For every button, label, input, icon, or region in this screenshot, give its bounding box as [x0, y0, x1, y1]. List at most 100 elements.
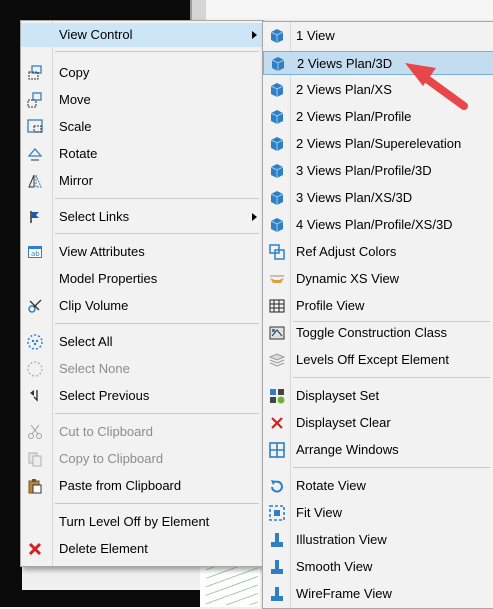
menu-separator [293, 377, 490, 378]
menu-item-label: Copy to Clipboard [59, 451, 164, 466]
paste-clipboard-icon [27, 478, 43, 494]
submenu-item-3-views-plan-xs-3d[interactable]: 3 Views Plan/XS/3D [263, 186, 493, 210]
submenu-item-2-views-plan-xs[interactable]: 2 Views Plan/XS [263, 78, 493, 102]
submenu-item-label: Rotate View [296, 478, 366, 493]
submenu-item-2-views-plan-3d[interactable]: 2 Views Plan/3D [263, 51, 493, 75]
cube-icon [269, 109, 285, 125]
submenu-item-dynamic-xs-view[interactable]: Dynamic XS View [263, 267, 493, 291]
menu-item-scale[interactable]: Scale [21, 115, 263, 139]
submenu-item-smooth-view[interactable]: Smooth View [263, 555, 493, 579]
menu-item-copy[interactable]: Copy [21, 61, 263, 85]
menu-item-rotate[interactable]: Rotate [21, 142, 263, 166]
submenu-item-2-views-plan-superelevation[interactable]: 2 Views Plan/Superelevation [263, 132, 493, 156]
rotate-element-icon [27, 146, 43, 162]
construction-class-icon [269, 325, 285, 341]
menu-item-label: Select Links [59, 209, 130, 224]
menu-item-view-control[interactable]: View Control [21, 23, 263, 47]
copy-element-icon [27, 65, 43, 81]
submenu-item-label: Smooth View [296, 559, 373, 574]
menu-item-turn-level-off[interactable]: Turn Level Off by Element [21, 510, 263, 534]
menu-item-select-all[interactable]: Select All [21, 330, 263, 354]
menu-item-move[interactable]: Move [21, 88, 263, 112]
submenu-item-4-views[interactable]: 4 Views Plan/Profile/XS/3D [263, 213, 493, 237]
fit-view-icon [269, 505, 285, 521]
select-previous-icon [27, 388, 43, 404]
submenu-item-3-views-plan-profile-3d[interactable]: 3 Views Plan/Profile/3D [263, 159, 493, 183]
submenu-item-levels-off-except-element[interactable]: Levels Off Except Element [263, 348, 493, 372]
menu-item-label: Mirror [59, 173, 93, 188]
menu-separator [55, 51, 259, 52]
menu-item-delete-element[interactable]: Delete Element [21, 537, 263, 561]
menu-item-label: Rotate [59, 146, 98, 161]
cube-icon [269, 28, 285, 44]
background-top-right [206, 0, 493, 20]
submenu-item-label: Displayset Set [296, 388, 380, 403]
menu-item-label: View Attributes [59, 244, 145, 259]
view-attributes-icon: ab [27, 244, 43, 260]
menu-item-mirror[interactable]: Mirror [21, 169, 263, 193]
menu-separator [55, 198, 259, 199]
submenu-item-label: 4 Views Plan/Profile/XS/3D [296, 217, 453, 232]
context-menu: View Control Copy Move Scale Rotate Mirr… [20, 20, 264, 567]
menu-item-cut-to-clipboard[interactable]: Cut to Clipboard [21, 420, 263, 444]
arrange-windows-icon [269, 442, 285, 458]
delete-x-icon [27, 541, 43, 557]
submenu-item-2-views-plan-profile[interactable]: 2 Views Plan/Profile [263, 105, 493, 129]
submenu-item-ref-adjust-colors[interactable]: Ref Adjust Colors [263, 240, 493, 264]
submenu-item-profile-view[interactable]: Profile View [263, 294, 493, 318]
submenu-item-fit-view[interactable]: Fit View [263, 501, 493, 525]
submenu-item-arrange-windows[interactable]: Arrange Windows [263, 438, 493, 462]
copy-clipboard-icon [27, 451, 43, 467]
menu-item-copy-to-clipboard[interactable]: Copy to Clipboard [21, 447, 263, 471]
submenu-item-wireframe-view[interactable]: WireFrame View [263, 582, 493, 606]
select-none-icon [27, 361, 43, 377]
scissors-icon [27, 424, 43, 440]
submenu-item-1-view[interactable]: 1 View [263, 24, 493, 48]
view-control-submenu: 1 View 2 Views Plan/3D 2 Views Plan/XS 2… [262, 21, 493, 609]
submenu-item-label: WireFrame View [296, 586, 392, 601]
submenu-item-label: Illustration View [296, 532, 387, 547]
cube-icon [270, 56, 286, 72]
menu-item-label: Paste from Clipboard [59, 478, 182, 493]
displayset-clear-icon [269, 415, 285, 431]
menu-item-label: Select All [59, 334, 113, 349]
illustration-view-icon [269, 532, 285, 548]
menu-item-select-previous[interactable]: Select Previous [21, 384, 263, 408]
submenu-item-label: Toggle Construction Class [296, 325, 448, 340]
scale-element-icon [27, 119, 43, 135]
menu-item-select-links[interactable]: Select Links [21, 205, 263, 229]
clip-volume-icon [27, 298, 43, 314]
displayset-set-icon [269, 388, 285, 404]
background-left-panel [0, 0, 22, 607]
mirror-element-icon [27, 173, 43, 189]
menu-item-label: Move [59, 92, 91, 107]
ref-adjust-colors-icon [269, 244, 285, 260]
submenu-arrow-icon [252, 213, 257, 221]
wireframe-view-icon [269, 586, 285, 602]
submenu-item-illustration-view[interactable]: Illustration View [263, 528, 493, 552]
select-all-icon [27, 334, 43, 350]
menu-item-model-properties[interactable]: Model Properties [21, 267, 263, 291]
menu-item-label: Copy [59, 65, 90, 80]
menu-item-select-none[interactable]: Select None [21, 357, 263, 381]
submenu-item-label: Displayset Clear [296, 415, 391, 430]
submenu-item-label: Levels Off Except Element [296, 352, 449, 367]
menu-item-label: Clip Volume [59, 298, 129, 313]
submenu-item-rotate-view[interactable]: Rotate View [263, 474, 493, 498]
submenu-item-toggle-construction-class[interactable]: Toggle Construction Class [263, 321, 493, 345]
submenu-item-label: Arrange Windows [296, 442, 399, 457]
rotate-view-icon [269, 478, 285, 494]
menu-item-clip-volume[interactable]: Clip Volume [21, 294, 263, 318]
submenu-item-label: 2 Views Plan/XS [296, 82, 392, 97]
background-bottom-left [0, 590, 200, 607]
cube-icon [269, 190, 285, 206]
svg-text:ab: ab [31, 250, 40, 258]
menu-item-view-attributes[interactable]: ab View Attributes [21, 240, 263, 264]
menu-separator [293, 467, 490, 468]
menu-item-paste-from-clipboard[interactable]: Paste from Clipboard [21, 474, 263, 498]
submenu-item-displayset-clear[interactable]: Displayset Clear [263, 411, 493, 435]
background-top-dark [22, 0, 192, 20]
submenu-item-label: 2 Views Plan/Profile [296, 109, 412, 124]
menu-item-label: Select Previous [59, 388, 150, 403]
submenu-item-displayset-set[interactable]: Displayset Set [263, 384, 493, 408]
